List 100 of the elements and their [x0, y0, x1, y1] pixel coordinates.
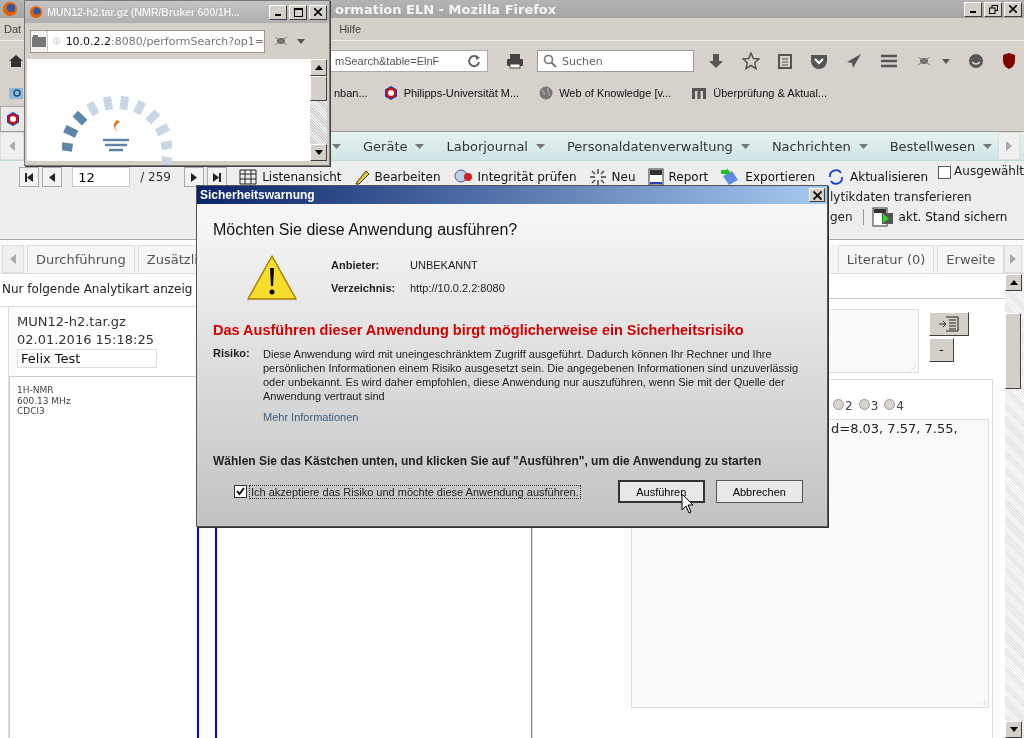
tab[interactable]: Erweite [937, 245, 1005, 273]
last-icon [213, 172, 222, 182]
publisher-label: Anbieter: [331, 259, 381, 271]
menu-item[interactable]: Geräte [363, 138, 425, 154]
maximize-button[interactable] [289, 4, 307, 20]
scrollbar[interactable] [1005, 274, 1024, 738]
close-button[interactable] [309, 4, 327, 20]
location-value: http://10.0.2.2:8080 [410, 282, 505, 294]
minimize-button[interactable] [269, 4, 287, 20]
risk-description: Diese Anwendung wird mit uneingeschränktem Zugriff ausgeführt. Dadurch können Ihr Rechner und Ihre persönlichen Informationen einem Risiko ausgesetzt sein. Die angegebenen Informationen sind unzuverlässig oder unbekannt. Es wird daher empfohlen, diese Anwendung nur auszuführen, wenn Sie mit der Quelle der Anwendung vertraut sind [263, 347, 800, 403]
caret-icon [983, 143, 993, 149]
insert-button[interactable] [929, 312, 969, 336]
left-arrow-icon [10, 254, 16, 264]
spectrum-info: CDCl3 [17, 406, 46, 417]
toolbar-action[interactable]: Integrität prüfen [452, 168, 577, 186]
firefox-icon [2, 1, 18, 17]
filter-checkbox[interactable]: Ausgewählt [938, 164, 1024, 179]
menu-item[interactable]: Bestellwesen [889, 138, 993, 154]
m-logo-icon [691, 86, 708, 99]
scrollbar[interactable] [310, 59, 327, 161]
caret-icon [858, 143, 868, 149]
record-field[interactable]: 12 [72, 167, 131, 187]
search-field[interactable]: Suchen [537, 50, 694, 72]
window-title: ormation ELN - Mozilla Firefox [335, 1, 557, 17]
scroll-up-button[interactable] [1005, 274, 1022, 291]
pocket-icon[interactable] [810, 53, 828, 69]
browser-tab[interactable] [0, 106, 26, 131]
right-arrow-icon [1006, 141, 1012, 151]
close-icon [812, 190, 822, 200]
caret-icon[interactable] [942, 58, 950, 64]
smiley-icon[interactable] [968, 53, 984, 69]
bookmark[interactable]: Web of Knowledge [v... [539, 85, 672, 100]
toolbar-action[interactable]: akt. Stand sichern [871, 207, 1008, 227]
dialog-button[interactable]: Abbrechen [715, 480, 803, 503]
menu-item[interactable]: Nachrichten [771, 138, 868, 154]
pdf-icon [647, 168, 664, 186]
close-button[interactable] [1004, 1, 1022, 17]
info-icon [53, 34, 61, 48]
sparkle-icon [588, 168, 607, 186]
next-button[interactable] [183, 167, 205, 187]
scroll-up-button[interactable] [310, 59, 327, 76]
tab[interactable]: Literatur (0) [837, 245, 935, 273]
up-arrow-icon [1009, 280, 1018, 285]
accept-checkbox[interactable]: Ich akzeptiere das Risiko und möchte diese Anwendung ausführen. [234, 485, 580, 498]
toolbar-action[interactable]: Aktualisieren [827, 168, 929, 186]
toolbar-action[interactable]: gen [830, 210, 853, 224]
scrollbar-thumb[interactable] [310, 76, 327, 101]
caret-icon [536, 143, 545, 149]
close-button[interactable] [809, 188, 825, 202]
up-arrow-icon [314, 65, 323, 70]
bug-icon[interactable] [273, 34, 289, 48]
reload-icon[interactable] [467, 54, 481, 68]
home-icon[interactable] [8, 53, 24, 69]
hexagon-icon [6, 112, 20, 126]
toolbar-action[interactable]: Listenansicht [239, 169, 342, 185]
previous-button[interactable] [42, 167, 63, 187]
toolbar-action[interactable]: Neu [588, 168, 636, 186]
bug-icon[interactable] [916, 54, 932, 68]
scrollbar-thumb[interactable] [1005, 313, 1021, 389]
bookmark[interactable]: nban... [334, 86, 368, 99]
toolbar-action[interactable]: lytikdaten transferieren [830, 190, 1024, 204]
radio-button[interactable]: 3 [858, 392, 879, 410]
caret-icon [415, 143, 425, 149]
insert-icon [939, 316, 959, 332]
close-icon [1009, 5, 1017, 13]
caret-icon[interactable] [297, 38, 305, 44]
menu-item[interactable]: Hilfe [338, 23, 363, 35]
last-button[interactable] [207, 167, 228, 187]
bookmark[interactable]: Philipps-Universität M... [383, 85, 520, 100]
caret-icon[interactable] [332, 143, 341, 149]
remove-button[interactable]: - [929, 338, 954, 362]
scroll-down-button[interactable] [1005, 721, 1022, 738]
paper-plane-icon[interactable] [846, 53, 862, 69]
star-icon[interactable] [742, 52, 760, 70]
tab[interactable]: Durchführung [27, 245, 135, 273]
toolbar-action[interactable]: Bearbeiten [353, 169, 441, 185]
scroll-down-button[interactable] [310, 144, 327, 161]
first-button[interactable] [19, 167, 40, 187]
location-label: Verzeichnis: [331, 282, 397, 294]
address-bar[interactable]: 10.0.2.2:8080/performSearch?op1= [30, 29, 265, 53]
menu-item[interactable]: Laborjournal [446, 138, 545, 154]
spectrum-info: 600.13 MHz [17, 395, 72, 406]
menu-item[interactable]: Dat [3, 23, 23, 35]
menu-item[interactable]: Personaldatenverwaltung [567, 138, 750, 154]
menu-icon[interactable] [880, 54, 898, 68]
clipboard-icon[interactable] [778, 53, 792, 69]
restore-button[interactable] [984, 1, 1002, 17]
download-icon[interactable] [708, 53, 724, 69]
minimize-button[interactable] [964, 1, 982, 17]
check-icon [236, 487, 245, 496]
radio-button[interactable]: 2 [833, 392, 853, 410]
toolbar-action[interactable]: Exportieren [720, 168, 815, 186]
toolbar-action[interactable]: Report [647, 168, 709, 186]
dialog-button[interactable]: Ausführen [617, 480, 705, 503]
user-field[interactable]: Felix Test [17, 349, 157, 368]
bookmark[interactable]: Überprüfung & Aktual... [691, 86, 828, 99]
radio-button[interactable]: 4 [884, 392, 904, 410]
print-icon[interactable] [506, 53, 524, 69]
shield-icon[interactable] [1002, 53, 1016, 69]
caret-icon [740, 143, 750, 149]
